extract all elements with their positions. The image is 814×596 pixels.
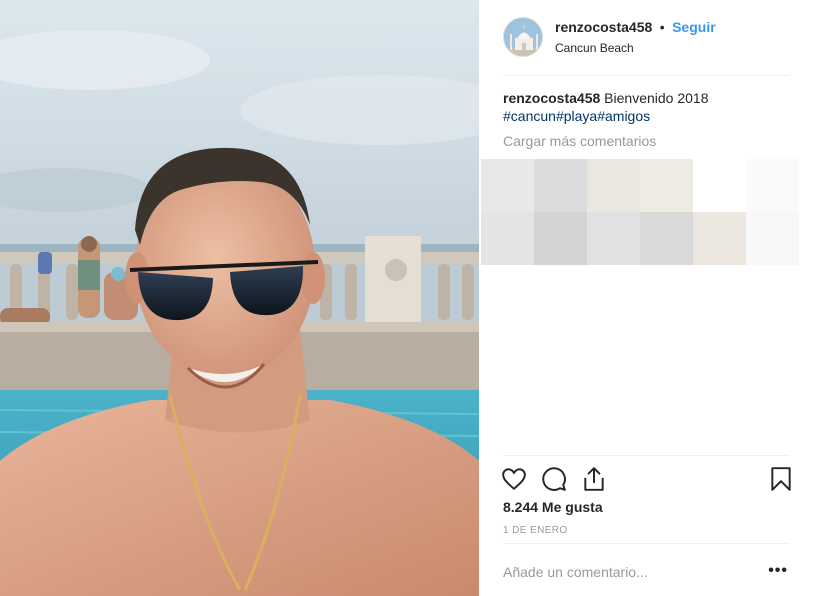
post-date[interactable]: 1 DE ENERO: [503, 525, 568, 536]
pixel-block: [481, 212, 534, 265]
hashtag-link[interactable]: #amigos: [597, 108, 650, 124]
pixel-block: [481, 159, 534, 212]
follow-button[interactable]: Seguir: [672, 19, 716, 35]
pixel-block: [587, 212, 640, 265]
post-header: renzocosta458 • Seguir Cancun Beach: [503, 16, 790, 76]
caption-text: Bienvenido 2018: [604, 90, 709, 106]
avatar[interactable]: [503, 17, 543, 57]
pixel-block: [746, 212, 799, 265]
pixel-block: [534, 212, 587, 265]
post-panel: renzocosta458 • Seguir Cancun Beach renz…: [479, 0, 814, 596]
pixel-block: [640, 212, 693, 265]
more-options-button[interactable]: •••: [768, 562, 788, 580]
comment-input[interactable]: [503, 562, 743, 582]
pixel-block: [534, 159, 587, 212]
comment-button[interactable]: [541, 466, 569, 494]
comment-box: •••: [503, 543, 790, 596]
pixel-block: [746, 159, 799, 212]
like-button[interactable]: [501, 466, 529, 494]
pixel-block: [693, 212, 746, 265]
action-bar: [501, 455, 791, 495]
caption-username[interactable]: renzocosta458: [503, 90, 600, 106]
header-text: renzocosta458 • Seguir Cancun Beach: [555, 19, 716, 55]
share-icon: [584, 467, 604, 491]
load-more-comments-button[interactable]: Cargar más comentarios: [503, 133, 656, 149]
comment-icon: [542, 467, 566, 491]
hashtag-link[interactable]: #cancun: [503, 108, 556, 124]
pixel-block: [587, 159, 640, 212]
bookmark-icon: [771, 467, 791, 491]
pixelated-comment-region: [481, 159, 799, 265]
caption-hashtags: #cancun#playa#amigos: [503, 107, 790, 125]
taj-mahal-avatar-icon: [504, 18, 542, 56]
hashtag-link[interactable]: #playa: [556, 108, 597, 124]
save-button[interactable]: [768, 466, 796, 494]
selfie-photo: [0, 0, 479, 596]
pixel-block: [693, 159, 746, 212]
share-button[interactable]: [581, 466, 609, 494]
pixel-block: [640, 159, 693, 212]
location-link[interactable]: Cancun Beach: [555, 41, 716, 55]
likes-count[interactable]: 8.244 Me gusta: [503, 499, 603, 515]
heart-icon: [502, 468, 526, 490]
caption: renzocosta458 Bienvenido 2018 #cancun#pl…: [503, 89, 790, 125]
post-photo[interactable]: [0, 0, 479, 596]
header-separator: •: [659, 19, 665, 35]
header-username[interactable]: renzocosta458: [555, 19, 652, 35]
